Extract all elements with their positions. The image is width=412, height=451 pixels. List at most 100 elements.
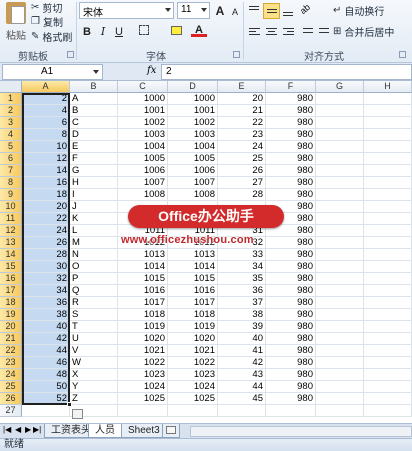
cell-e[interactable]: 36	[218, 285, 266, 297]
cell-h[interactable]	[364, 297, 412, 309]
cell-h[interactable]	[364, 273, 412, 285]
cell-c[interactable]: 1003	[118, 129, 168, 141]
cell-h[interactable]	[364, 249, 412, 261]
increase-indent-button[interactable]	[316, 24, 333, 40]
paste-button[interactable]: 粘贴	[3, 2, 29, 46]
align-left-button[interactable]	[246, 24, 263, 40]
wrap-text-button[interactable]: ↵ 自动换行	[333, 3, 384, 18]
cell-e[interactable]: 37	[218, 297, 266, 309]
cell-h[interactable]	[364, 165, 412, 177]
cell-b[interactable]: R	[70, 297, 118, 309]
cell-e[interactable]: 25	[218, 153, 266, 165]
row-header[interactable]: 24	[0, 369, 22, 381]
cell-f[interactable]: 980	[266, 333, 316, 345]
cell-d[interactable]: 1015	[168, 273, 218, 285]
cell-b[interactable]: S	[70, 309, 118, 321]
cell-e[interactable]: 20	[218, 93, 266, 105]
cell-h[interactable]	[364, 405, 412, 417]
cell-f[interactable]: 980	[266, 117, 316, 129]
cell-a[interactable]: 2	[22, 93, 70, 105]
cell-f[interactable]: 980	[266, 297, 316, 309]
cell-g[interactable]	[316, 129, 364, 141]
cell-f[interactable]: 980	[266, 141, 316, 153]
autofill-options-button[interactable]	[72, 409, 83, 419]
cell-f[interactable]: 980	[266, 285, 316, 297]
cell-e[interactable]: 24	[218, 141, 266, 153]
cell-c[interactable]: 1001	[118, 105, 168, 117]
cell-d[interactable]: 1008	[168, 189, 218, 201]
copy-button[interactable]: ❐ 复制	[31, 14, 63, 29]
cell-a[interactable]: 18	[22, 189, 70, 201]
row-header[interactable]: 12	[0, 225, 22, 237]
cell-d[interactable]	[168, 405, 218, 417]
cell-h[interactable]	[364, 129, 412, 141]
cell-a[interactable]: 8	[22, 129, 70, 141]
cell-c[interactable]	[118, 405, 168, 417]
cell-g[interactable]	[316, 225, 364, 237]
column-header-g[interactable]: G	[316, 81, 364, 93]
cell-h[interactable]	[364, 261, 412, 273]
cell-a[interactable]: 26	[22, 237, 70, 249]
name-box[interactable]: A1	[2, 64, 103, 80]
cell-e[interactable]: 45	[218, 393, 266, 405]
formula-input[interactable]: 2	[161, 64, 412, 80]
fill-color-button[interactable]	[168, 24, 184, 40]
cell-f[interactable]: 980	[266, 345, 316, 357]
cell-c[interactable]: 1022	[118, 357, 168, 369]
alignment-dialog-launcher[interactable]	[399, 51, 406, 58]
row-header[interactable]: 16	[0, 273, 22, 285]
cell-h[interactable]	[364, 201, 412, 213]
column-header-h[interactable]: H	[364, 81, 412, 93]
row-header[interactable]: 13	[0, 237, 22, 249]
fill-handle[interactable]	[67, 402, 72, 407]
cell-f[interactable]: 980	[266, 189, 316, 201]
cell-b[interactable]: X	[70, 369, 118, 381]
cell-c[interactable]: 1002	[118, 117, 168, 129]
cell-b[interactable]: U	[70, 333, 118, 345]
row-header[interactable]: 27	[0, 405, 22, 417]
decrease-indent-button[interactable]	[300, 24, 317, 40]
cell-f[interactable]: 980	[266, 105, 316, 117]
row-header[interactable]: 1	[0, 93, 22, 105]
align-right-button[interactable]	[280, 24, 297, 40]
cell-f[interactable]: 980	[266, 309, 316, 321]
select-all-corner[interactable]	[0, 81, 22, 93]
align-center-button[interactable]	[263, 24, 280, 40]
cell-g[interactable]	[316, 381, 364, 393]
row-header[interactable]: 2	[0, 105, 22, 117]
cell-b[interactable]: K	[70, 213, 118, 225]
cell-b[interactable]: A	[70, 93, 118, 105]
row-header[interactable]: 25	[0, 381, 22, 393]
cell-b[interactable]: H	[70, 177, 118, 189]
row-header[interactable]: 20	[0, 321, 22, 333]
cell-h[interactable]	[364, 237, 412, 249]
cell-h[interactable]	[364, 189, 412, 201]
cell-g[interactable]	[316, 249, 364, 261]
cell-b[interactable]: J	[70, 201, 118, 213]
cell-g[interactable]	[316, 213, 364, 225]
cell-f[interactable]: 980	[266, 357, 316, 369]
cell-a[interactable]: 28	[22, 249, 70, 261]
cell-g[interactable]	[316, 405, 364, 417]
cell-a[interactable]: 36	[22, 297, 70, 309]
cell-h[interactable]	[364, 177, 412, 189]
clipboard-dialog-launcher[interactable]	[67, 51, 74, 58]
cell-h[interactable]	[364, 213, 412, 225]
cell-g[interactable]	[316, 261, 364, 273]
cell-a[interactable]: 44	[22, 345, 70, 357]
column-header-b[interactable]: B	[70, 81, 118, 93]
cell-e[interactable]: 34	[218, 261, 266, 273]
cell-a[interactable]: 12	[22, 153, 70, 165]
cell-d[interactable]: 1019	[168, 321, 218, 333]
column-header-d[interactable]: D	[168, 81, 218, 93]
row-header[interactable]: 18	[0, 297, 22, 309]
font-color-button[interactable]: A	[191, 22, 207, 37]
cell-d[interactable]: 1014	[168, 261, 218, 273]
cell-h[interactable]	[364, 225, 412, 237]
cell-a[interactable]: 20	[22, 201, 70, 213]
cell-c[interactable]: 1000	[118, 93, 168, 105]
cell-h[interactable]	[364, 369, 412, 381]
cell-a[interactable]: 4	[22, 105, 70, 117]
cell-g[interactable]	[316, 357, 364, 369]
cell-g[interactable]	[316, 165, 364, 177]
